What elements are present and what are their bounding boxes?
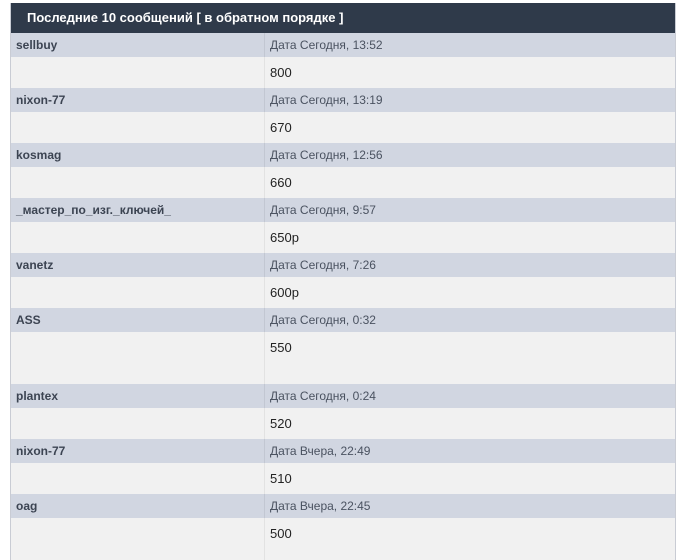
post-item: _мастер_по_изг._ключей_ Дата Сегодня, 9:… (11, 198, 675, 253)
post-body-row: 550 (11, 332, 675, 384)
post-author-cell (11, 167, 264, 198)
recent-posts-panel: Последние 10 сообщений [ в обратном поря… (10, 3, 676, 560)
post-meta-row: ASS Дата Сегодня, 0:32 (11, 308, 675, 332)
post-message: 550 (264, 332, 675, 384)
post-body-row: 660 (11, 167, 675, 198)
post-author-cell (11, 408, 264, 439)
post-author-cell (11, 518, 264, 560)
post-item: sellbuy Дата Сегодня, 13:52 800 (11, 33, 675, 88)
post-message: 500 (264, 518, 675, 560)
post-author[interactable]: nixon-77 (11, 439, 264, 463)
post-body-row: 520 (11, 408, 675, 439)
post-meta-row: nixon-77 Дата Сегодня, 13:19 (11, 88, 675, 112)
post-date: Дата Вчера, 22:45 (264, 494, 675, 518)
post-date: Дата Сегодня, 0:24 (264, 384, 675, 408)
post-body-row: 500 (11, 518, 675, 560)
post-message: 660 (264, 167, 675, 198)
post-author-cell (11, 277, 264, 308)
post-item: plantex Дата Сегодня, 0:24 520 (11, 384, 675, 439)
post-date: Дата Сегодня, 13:52 (264, 33, 675, 57)
post-meta-row: plantex Дата Сегодня, 0:24 (11, 384, 675, 408)
post-date: Дата Сегодня, 9:57 (264, 198, 675, 222)
post-body-row: 600р (11, 277, 675, 308)
post-body-row: 510 (11, 463, 675, 494)
post-date: Дата Вчера, 22:49 (264, 439, 675, 463)
post-author-cell (11, 222, 264, 253)
post-date: Дата Сегодня, 7:26 (264, 253, 675, 277)
post-author[interactable]: sellbuy (11, 33, 264, 57)
post-author-cell (11, 112, 264, 143)
post-meta-row: vanetz Дата Сегодня, 7:26 (11, 253, 675, 277)
post-date: Дата Сегодня, 12:56 (264, 143, 675, 167)
post-message: 510 (264, 463, 675, 494)
post-author[interactable]: _мастер_по_изг._ключей_ (11, 198, 264, 222)
post-item: nixon-77 Дата Вчера, 22:49 510 (11, 439, 675, 494)
post-meta-row: _мастер_по_изг._ключей_ Дата Сегодня, 9:… (11, 198, 675, 222)
post-item: kosmag Дата Сегодня, 12:56 660 (11, 143, 675, 198)
post-author[interactable]: oag (11, 494, 264, 518)
post-message: 670 (264, 112, 675, 143)
post-meta-row: oag Дата Вчера, 22:45 (11, 494, 675, 518)
post-message: 600р (264, 277, 675, 308)
post-body-row: 650р (11, 222, 675, 253)
post-meta-row: nixon-77 Дата Вчера, 22:49 (11, 439, 675, 463)
post-author-cell (11, 332, 264, 384)
post-date: Дата Сегодня, 13:19 (264, 88, 675, 112)
post-message: 650р (264, 222, 675, 253)
post-date: Дата Сегодня, 0:32 (264, 308, 675, 332)
post-item: ASS Дата Сегодня, 0:32 550 (11, 308, 675, 384)
post-author[interactable]: ASS (11, 308, 264, 332)
post-meta-row: kosmag Дата Сегодня, 12:56 (11, 143, 675, 167)
post-author-cell (11, 463, 264, 494)
post-author[interactable]: kosmag (11, 143, 264, 167)
post-message: 800 (264, 57, 675, 88)
post-body-row: 800 (11, 57, 675, 88)
post-author[interactable]: vanetz (11, 253, 264, 277)
post-meta-row: sellbuy Дата Сегодня, 13:52 (11, 33, 675, 57)
post-item: nixon-77 Дата Сегодня, 13:19 670 (11, 88, 675, 143)
post-author[interactable]: plantex (11, 384, 264, 408)
panel-header: Последние 10 сообщений [ в обратном поря… (11, 3, 675, 33)
post-author-cell (11, 57, 264, 88)
post-item: vanetz Дата Сегодня, 7:26 600р (11, 253, 675, 308)
post-message: 520 (264, 408, 675, 439)
post-item: oag Дата Вчера, 22:45 500 (11, 494, 675, 560)
post-author[interactable]: nixon-77 (11, 88, 264, 112)
post-body-row: 670 (11, 112, 675, 143)
